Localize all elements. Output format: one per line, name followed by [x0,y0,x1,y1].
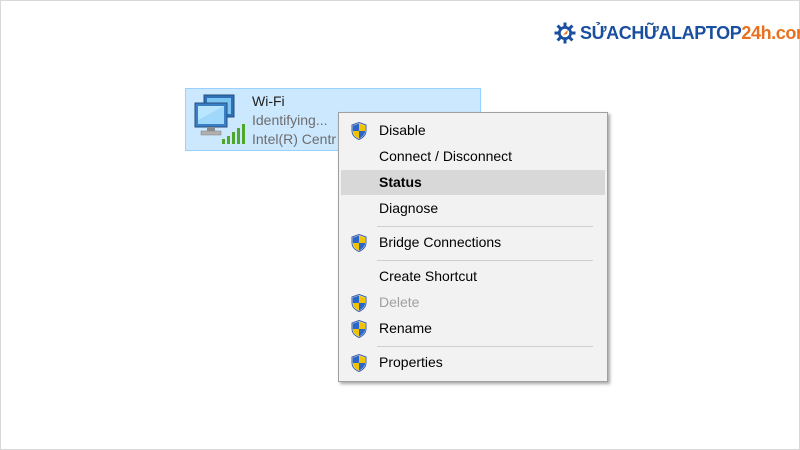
menu-item-label: Status [379,174,422,190]
menu-item-status[interactable]: Status [341,170,605,195]
watermark-brand-accent: 24h.com [741,23,800,43]
menu-item-properties[interactable]: Properties [341,350,605,375]
menu-item-connect-disconnect[interactable]: Connect / Disconnect [341,144,605,169]
adapter-status: Identifying... [252,112,328,128]
menu-item-label: Connect / Disconnect [379,148,513,164]
uac-shield-icon [351,234,367,252]
adapter-details: Wi-Fi Identifying... Intel(R) Centr [252,92,336,149]
menu-item-create-shortcut[interactable]: Create Shortcut [341,264,605,289]
menu-item-label: Properties [379,354,443,370]
uac-shield-icon [351,122,367,140]
menu-item-label: Disable [379,122,426,138]
canvas: SỬACHỮALAPTOP24h.com Wi-Fi Identifying..… [0,0,800,450]
menu-item-disable[interactable]: Disable [341,118,605,143]
gear-icon [554,22,576,44]
menu-item-label: Create Shortcut [379,268,478,284]
menu-item-delete: Delete [341,290,605,315]
menu-item-label: Bridge Connections [379,234,502,250]
menu-separator [377,346,593,347]
context-menu: Disable Connect / Disconnect Status Diag… [338,112,608,382]
menu-separator [377,226,593,227]
adapter-device: Intel(R) Centr [252,131,337,147]
adapter-name: Wi-Fi [252,93,285,109]
menu-item-bridge-connections[interactable]: Bridge Connections [341,230,605,255]
menu-item-label: Rename [379,320,432,336]
menu-item-diagnose[interactable]: Diagnose [341,196,605,221]
network-computer-wifi-icon [194,94,245,144]
watermark-text: SỬACHỮALAPTOP24h.com [580,20,800,46]
menu-item-label: Delete [379,294,420,310]
uac-shield-icon [351,354,367,372]
watermark-logo: SỬACHỮALAPTOP24h.com [554,20,800,46]
uac-shield-icon [351,320,367,338]
menu-separator [377,260,593,261]
menu-item-label: Diagnose [379,200,439,216]
watermark-brand: SỬACHỮALAPTOP [580,23,742,43]
uac-shield-icon [351,294,367,312]
menu-item-rename[interactable]: Rename [341,316,605,341]
